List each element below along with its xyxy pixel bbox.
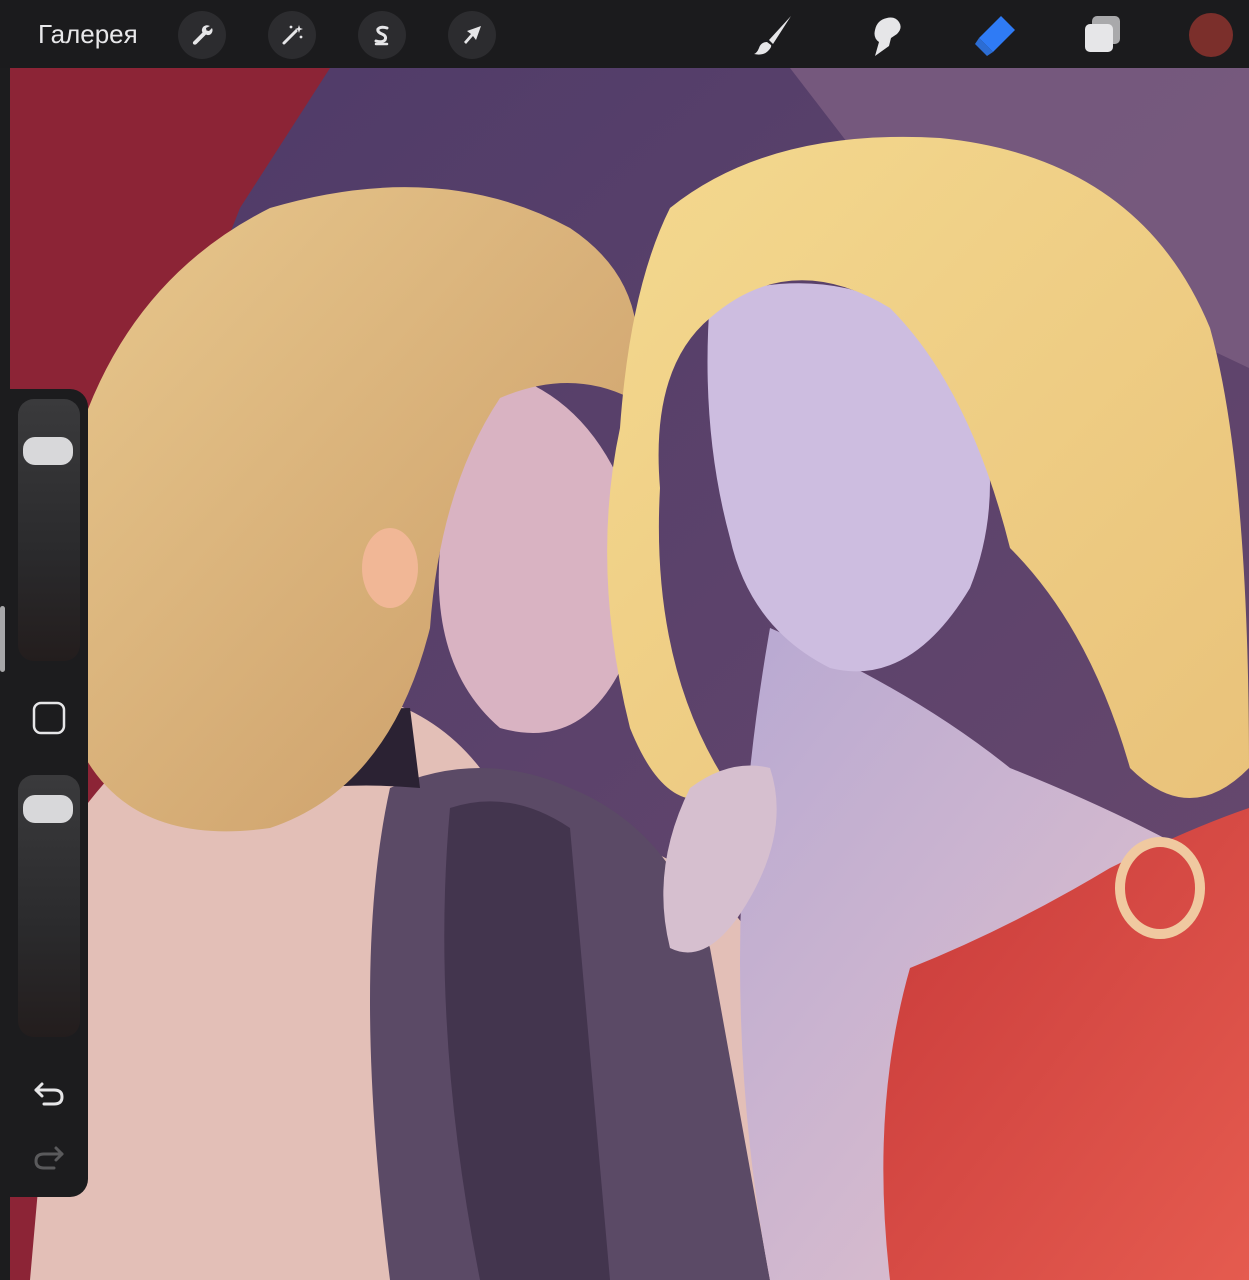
opacity-slider[interactable] [18,775,80,1037]
redo-icon [34,1146,64,1170]
brush-icon [754,16,791,55]
magic-wand-icon [282,25,303,45]
artwork [10,68,1249,1280]
top-toolbar: Галерея [0,0,1249,68]
redo-button[interactable] [30,1139,68,1175]
color-swatch[interactable] [1189,13,1233,57]
transform-button[interactable] [448,11,496,59]
eraser-icon [975,16,1015,56]
undo-button[interactable] [30,1075,68,1111]
selection-button[interactable] [358,11,406,59]
eraser-button[interactable] [968,10,1020,60]
layers-button[interactable] [1076,10,1128,60]
drawing-canvas[interactable] [10,68,1249,1280]
square-icon [32,701,66,735]
brush-size-slider[interactable] [18,399,80,661]
brush-button[interactable] [748,10,800,60]
smudge-button[interactable] [858,10,910,60]
selection-s-icon [374,25,389,46]
procreate-app: Галерея [0,0,1249,1280]
actions-button[interactable] [178,11,226,59]
sidebar-drag-handle[interactable] [0,606,5,672]
adjustments-button[interactable] [268,11,316,59]
brush-size-slider-thumb[interactable] [23,436,73,465]
transform-arrow-icon [464,26,481,44]
opacity-slider-thumb[interactable] [23,794,73,823]
undo-icon [34,1082,64,1106]
wrench-icon [192,25,213,45]
smudge-icon [874,17,901,56]
layers-icon [1085,16,1120,52]
left-sidebar [10,389,88,1197]
gallery-button[interactable]: Галерея [38,18,138,50]
modify-button[interactable] [32,701,66,735]
